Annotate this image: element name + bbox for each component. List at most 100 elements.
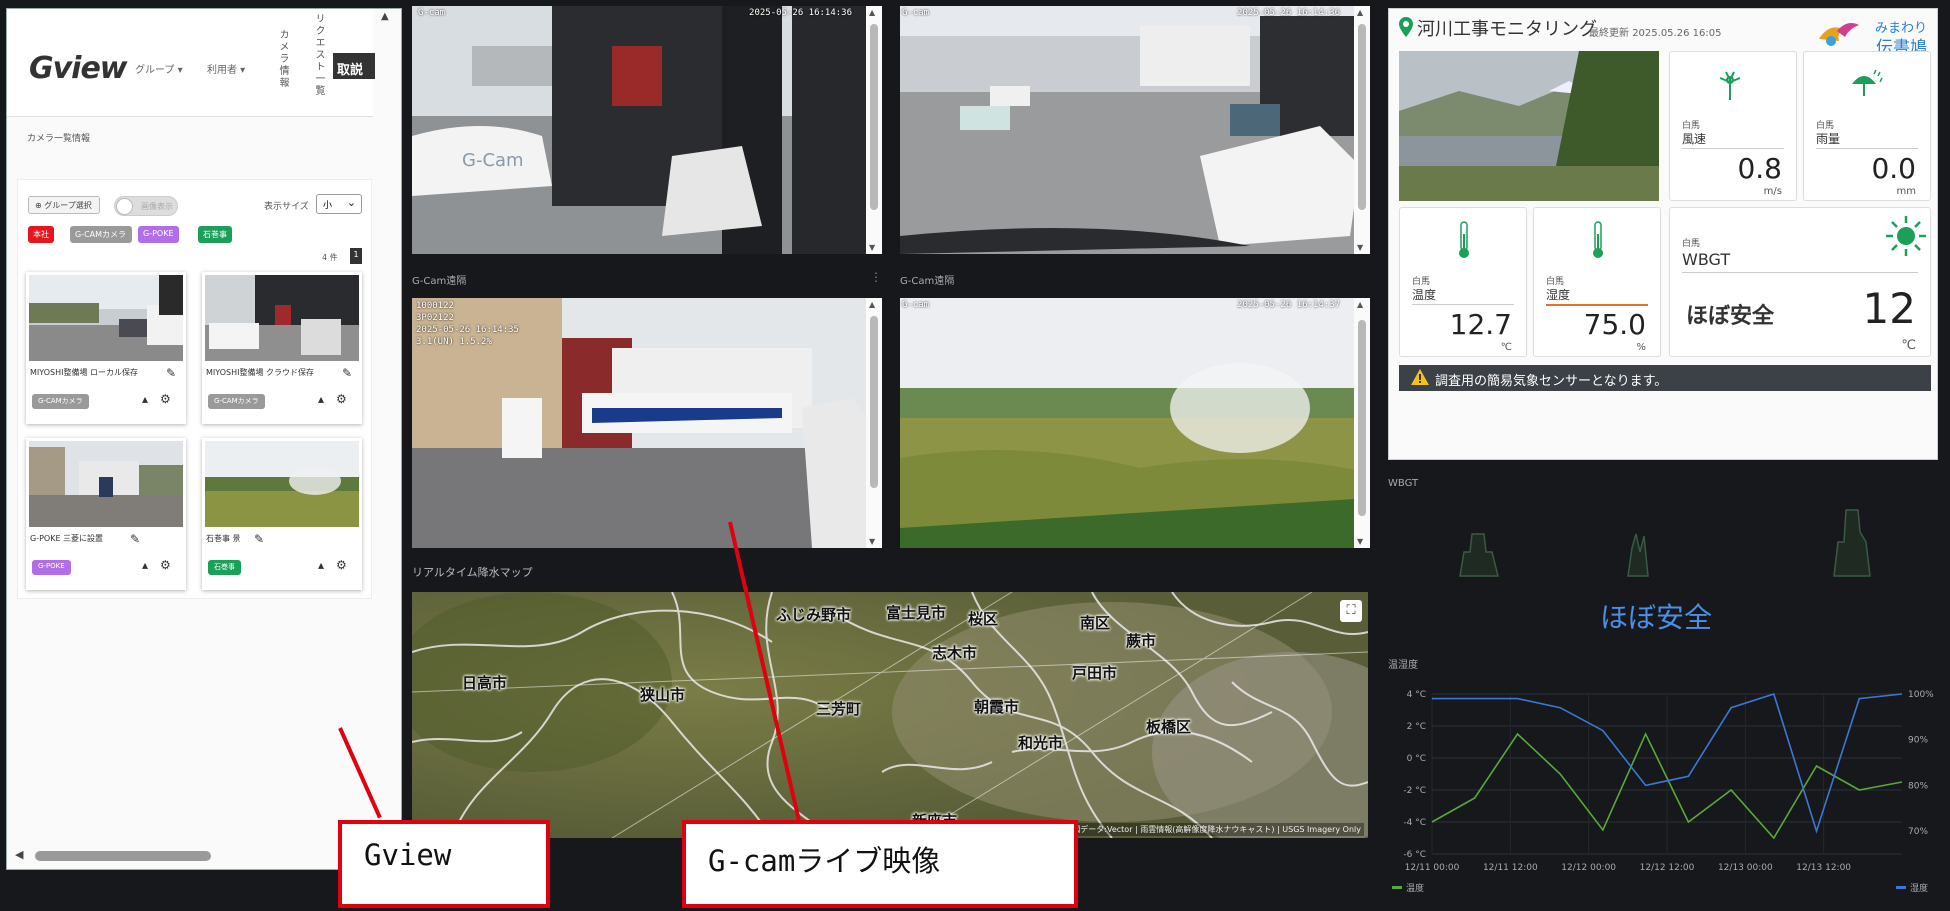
y-tick-label-right: 80% xyxy=(1908,781,1928,791)
map-label: 朝霞市 xyxy=(974,698,1020,716)
scroll-up-icon[interactable]: ▲ xyxy=(1357,8,1363,17)
camera-thumb[interactable]: MIYOSHI整備場 ローカル保存 ✎ G-CAMカメラ ▴ ⚙ xyxy=(26,272,186,424)
scroll-up-icon[interactable]: ▲ xyxy=(869,8,875,17)
camera-thumb[interactable]: 石巻事 景 ✎ 石巻事 ▴ ⚙ xyxy=(202,438,362,590)
page-number[interactable]: 1 xyxy=(350,248,362,264)
tile-label: 風速 xyxy=(1682,132,1707,146)
tag-gpoke[interactable]: G-POKE xyxy=(138,226,179,243)
menu-group[interactable]: グループ ▾ xyxy=(135,61,183,76)
camera-label: G-cam xyxy=(902,8,930,18)
camera-title: G-Cam遠隔 xyxy=(900,276,955,287)
tag-ishinomaki[interactable]: 石巻事 xyxy=(198,226,232,243)
edit-icon[interactable]: ✎ xyxy=(254,532,264,546)
tile-value: 12 xyxy=(1862,284,1916,333)
camera-feed-mid-left[interactable]: 1000122 3P02122 2025-05-26 16:14:35 3.1(… xyxy=(412,298,882,548)
wbgt-status: ほぼ安全 xyxy=(1686,304,1775,329)
weather-panel: 河川工事モニタリング 最終更新 2025.05.26 16:05 みまわり 伝書… xyxy=(1388,8,1938,460)
scrollbar-thumb[interactable] xyxy=(870,24,878,210)
scroll-left-icon[interactable]: ◀ xyxy=(15,848,23,861)
tag-gcam[interactable]: G-CAMカメラ xyxy=(70,226,132,243)
tile-divider xyxy=(1682,148,1784,149)
last-updated: 最終更新 2025.05.26 16:05 xyxy=(1589,24,1721,39)
camera-tag[interactable]: G-CAMカメラ xyxy=(208,394,265,409)
camera-icon[interactable]: ▴ xyxy=(318,392,324,406)
camera-tag[interactable]: G-CAMカメラ xyxy=(32,394,89,409)
edit-icon[interactable]: ✎ xyxy=(166,366,176,380)
y-tick-label-right: 70% xyxy=(1908,827,1928,837)
x-tick-label: 12/11 00:00 xyxy=(1405,863,1460,873)
gview-header: Gview グループ ▾ 利用者 ▾ カメラ情報 リクエスト一覧 取説 xyxy=(7,9,375,117)
site-photo[interactable] xyxy=(1399,51,1659,201)
y-tick-label-left: -6 °C xyxy=(1403,850,1426,860)
result-count: 4 件 xyxy=(322,253,338,262)
toggle-label: 画像表示 xyxy=(141,202,173,211)
scrollbar-thumb[interactable] xyxy=(870,316,878,488)
camera-tag[interactable]: 石巻事 xyxy=(208,560,241,575)
x-tick-label: 12/11 12:00 xyxy=(1483,863,1538,873)
camera-feed-mid-right[interactable]: G-cam 2025-05-26 16:14:37 ▲ ▼ xyxy=(900,298,1370,548)
scroll-up-icon[interactable]: ▲ xyxy=(869,300,875,309)
camera-thumb[interactable]: MIYOSHI整備場 クラウド保存 ✎ G-CAMカメラ ▴ ⚙ xyxy=(202,272,362,424)
camera-icon[interactable]: ▴ xyxy=(318,558,324,572)
horizontal-scrollbar[interactable]: ◀ xyxy=(13,848,379,863)
gear-icon[interactable]: ⚙ xyxy=(336,392,347,406)
gear-icon[interactable]: ⚙ xyxy=(160,558,171,572)
camera-scrollbar[interactable]: ▲ ▼ xyxy=(1354,6,1370,254)
edit-icon[interactable]: ✎ xyxy=(342,366,352,380)
tile-value: 0.8 xyxy=(1737,152,1782,185)
expand-icon[interactable]: ⛶ xyxy=(1340,600,1362,622)
monitor-title: 河川工事モニタリング xyxy=(1417,19,1597,40)
group-select-button[interactable]: ⊕ グループ選択 xyxy=(28,196,100,214)
gear-icon[interactable]: ⚙ xyxy=(336,558,347,572)
tag-honsha[interactable]: 本社 xyxy=(28,226,54,243)
y-tick-label-left: 0 °C xyxy=(1407,754,1426,764)
map-label: 桜区 xyxy=(968,610,999,628)
scrollbar-thumb[interactable] xyxy=(1358,320,1366,516)
camera-scrollbar[interactable]: ▲ ▼ xyxy=(1354,298,1370,548)
camera-scrollbar[interactable]: ▲ ▼ xyxy=(866,298,882,548)
camera-feed-top-left[interactable]: G-Cam G-cam 2025-05-26 16:14:36 ▲ ▼ xyxy=(412,6,882,254)
scrollbar-thumb[interactable] xyxy=(1358,24,1366,210)
tile-label: 温度 xyxy=(1412,288,1437,302)
camera-name: 石巻事 景 xyxy=(206,534,241,543)
menu-camera-info[interactable]: カメラ情報 xyxy=(275,29,290,89)
tile-divider xyxy=(1816,148,1918,149)
map-label: 富士見市 xyxy=(886,604,947,622)
x-tick-label: 12/12 12:00 xyxy=(1640,863,1695,873)
camera-icon[interactable]: ▴ xyxy=(142,558,148,572)
camera-thumb-image xyxy=(205,441,359,527)
more-options-icon[interactable]: ⋮ xyxy=(870,270,882,284)
gview-logo[interactable]: Gview xyxy=(29,51,128,86)
y-tick-label-left: -4 °C xyxy=(1403,818,1426,828)
camera-tag[interactable]: G-POKE xyxy=(32,560,71,575)
scroll-down-icon[interactable]: ▼ xyxy=(869,537,875,546)
image-toggle[interactable]: 画像表示 xyxy=(114,196,178,216)
rain-map[interactable]: ふじみ野市 富士見市 桜区 南区 蕨市 志木市 日高市 狭山市 三芳町 朝霞市 … xyxy=(412,592,1368,838)
manual-button[interactable]: 取説 xyxy=(333,53,375,79)
scroll-up-icon[interactable]: ▲ xyxy=(381,11,389,22)
gear-icon[interactable]: ⚙ xyxy=(160,392,171,406)
display-size-select[interactable]: 小 ⌄ xyxy=(316,194,362,214)
scroll-down-icon[interactable]: ▼ xyxy=(1357,243,1363,252)
camera-thumb-image xyxy=(29,275,183,361)
camera-name: MIYOSHI整備場 クラウド保存 xyxy=(206,368,315,377)
camera-thumb[interactable]: G-POKE 三菱に設置 ✎ G-POKE ▴ ⚙ xyxy=(26,438,186,590)
camera-feed-top-right[interactable]: G-cam 2025-05-26 16:14:36 ▲ ▼ xyxy=(900,6,1370,254)
y-tick-label-left: 2 °C xyxy=(1407,722,1426,732)
x-tick-label: 12/13 12:00 xyxy=(1796,863,1851,873)
scrollbar-thumb[interactable] xyxy=(35,851,211,861)
wbgt-status-large: ほぼ安全 xyxy=(1600,601,1713,634)
location-pin-icon xyxy=(1399,17,1413,37)
scroll-up-icon[interactable]: ▲ xyxy=(1357,300,1363,309)
camera-timestamp: 2025-05-26 16:14:36 xyxy=(749,8,852,18)
menu-request-list[interactable]: リクエスト一覧 xyxy=(311,13,326,97)
scroll-down-icon[interactable]: ▼ xyxy=(1357,537,1363,546)
camera-scrollbar[interactable]: ▲ ▼ xyxy=(866,6,882,254)
tile-unit: % xyxy=(1636,342,1646,353)
pigeon-logo-icon xyxy=(1819,23,1859,46)
scroll-down-icon[interactable]: ▼ xyxy=(869,243,875,252)
edit-icon[interactable]: ✎ xyxy=(130,532,140,546)
display-size-value: 小 xyxy=(323,201,333,211)
camera-icon[interactable]: ▴ xyxy=(142,392,148,406)
menu-user[interactable]: 利用者 ▾ xyxy=(207,61,245,76)
